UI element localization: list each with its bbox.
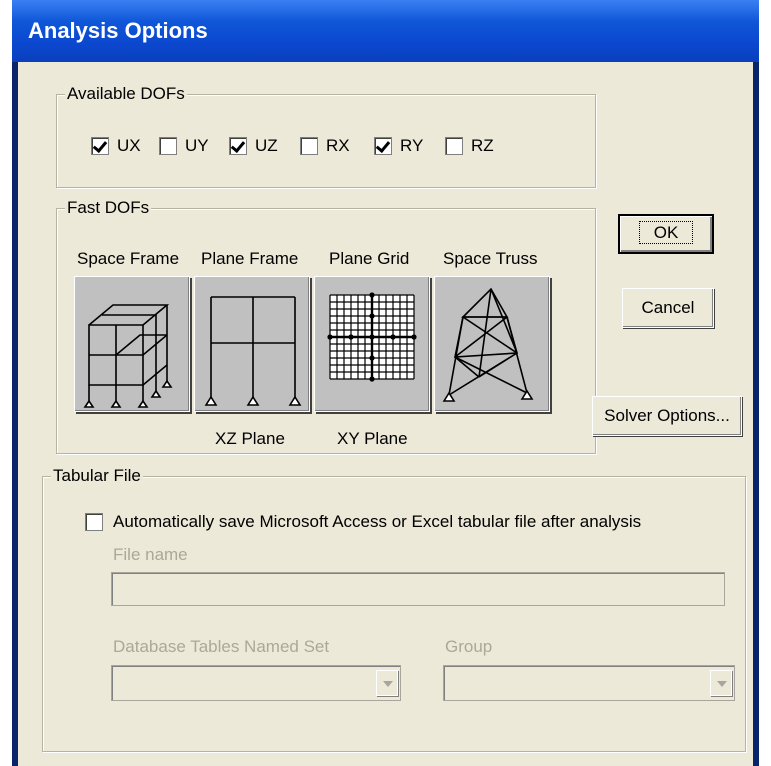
plane-grid-label: Plane Grid bbox=[329, 249, 410, 268]
checkbox-uz[interactable] bbox=[229, 137, 247, 155]
label-ry: RY bbox=[400, 136, 424, 155]
auto-save-label: Automatically save Microsoft Access or E… bbox=[113, 512, 642, 531]
ok-button[interactable]: OK bbox=[618, 214, 714, 254]
space-frame-icon bbox=[83, 304, 173, 408]
plane-frame-label: Plane Frame bbox=[201, 249, 299, 268]
group-dropdown[interactable] bbox=[443, 665, 735, 701]
label-rx: RX bbox=[326, 136, 350, 155]
label-ux: UX bbox=[117, 136, 141, 155]
fast-dofs-title: Fast DOFs bbox=[65, 197, 152, 219]
analysis-options-dialog: Analysis Options Available DOFs UX UY UZ… bbox=[12, 0, 759, 766]
checkbox-uy[interactable] bbox=[159, 137, 177, 155]
group-label: Group bbox=[445, 637, 493, 656]
cancel-button[interactable]: Cancel bbox=[622, 288, 714, 328]
label-uz: UZ bbox=[255, 136, 278, 155]
solver-options-label: Solver Options... bbox=[604, 406, 730, 425]
space-truss-icon bbox=[442, 287, 534, 402]
file-name-field[interactable] bbox=[111, 572, 725, 606]
space-frame-label: Space Frame bbox=[77, 249, 180, 268]
window-title: Analysis Options bbox=[28, 18, 208, 43]
title-bar[interactable]: Analysis Options bbox=[12, 0, 759, 62]
plane-grid-icon bbox=[327, 292, 417, 382]
chevron-down-icon[interactable] bbox=[376, 670, 398, 696]
checkbox-rz[interactable] bbox=[445, 137, 463, 155]
dialog-body: Available DOFs UX UY UZ RX RY RZ Fast DO… bbox=[18, 62, 753, 766]
checkbox-rx[interactable] bbox=[300, 137, 318, 155]
checkbox-ry[interactable] bbox=[374, 137, 392, 155]
checkbox-ux[interactable] bbox=[91, 137, 109, 155]
ok-button-label: OK bbox=[638, 221, 694, 244]
xy-plane-label: XY Plane bbox=[337, 429, 408, 448]
chevron-down-icon[interactable] bbox=[710, 670, 732, 696]
database-tables-label: Database Tables Named Set bbox=[113, 637, 330, 656]
plane-grid-button[interactable] bbox=[314, 276, 430, 412]
auto-save-checkbox[interactable] bbox=[85, 513, 103, 531]
plane-frame-button[interactable] bbox=[194, 276, 310, 412]
file-name-label: File name bbox=[113, 545, 188, 564]
space-truss-button[interactable] bbox=[434, 276, 550, 412]
space-truss-label: Space Truss bbox=[443, 249, 538, 268]
available-dofs-group: Available DOFs UX UY UZ RX RY RZ bbox=[56, 83, 596, 188]
available-dofs-title: Available DOFs bbox=[65, 83, 187, 105]
cancel-button-label: Cancel bbox=[641, 298, 695, 317]
label-uy: UY bbox=[185, 136, 209, 155]
label-rz: RZ bbox=[471, 136, 494, 155]
plane-frame-icon bbox=[204, 296, 302, 406]
tabular-file-group: Tabular File Automatically save Microsof… bbox=[42, 465, 746, 752]
tabular-file-title: Tabular File bbox=[51, 465, 143, 487]
space-frame-button[interactable] bbox=[74, 276, 190, 412]
solver-options-button[interactable]: Solver Options... bbox=[592, 396, 742, 436]
xz-plane-label: XZ Plane bbox=[215, 429, 285, 448]
database-tables-dropdown[interactable] bbox=[111, 665, 401, 701]
